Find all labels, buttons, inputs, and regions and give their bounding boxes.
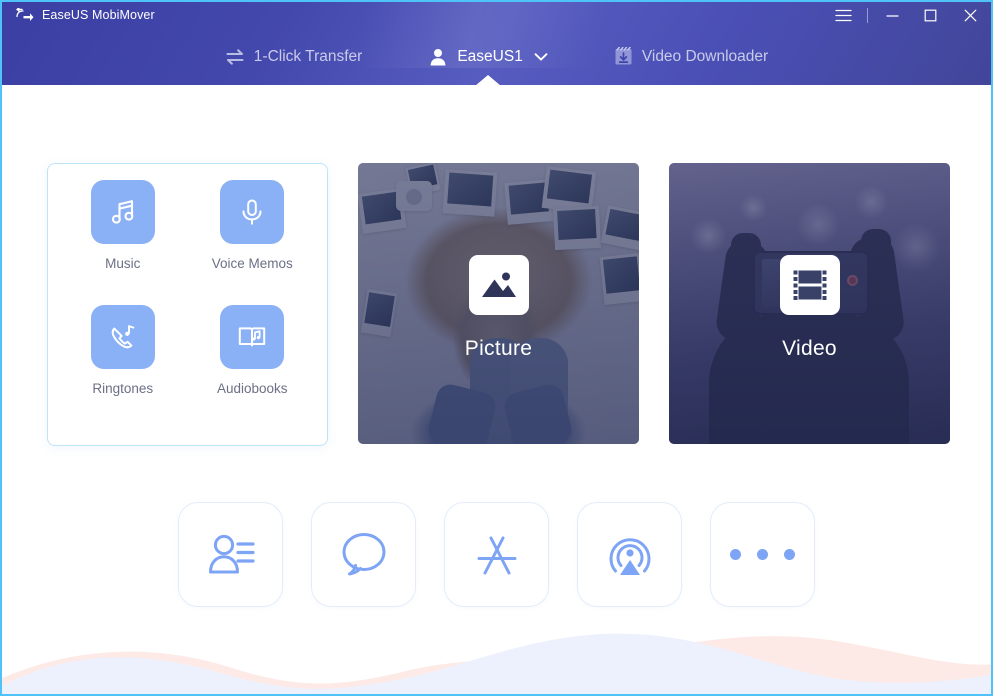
app-logo-icon xyxy=(14,7,34,23)
two-way-arrows-icon xyxy=(225,49,245,65)
quick-action-messages[interactable] xyxy=(311,502,416,607)
quick-action-airdrop[interactable] xyxy=(577,502,682,607)
feature-card-label: Video xyxy=(782,337,837,361)
feature-card-picture[interactable]: Picture xyxy=(358,163,639,444)
close-button[interactable] xyxy=(949,2,991,28)
window-controls xyxy=(824,2,991,28)
media-item-ringtones[interactable]: Ringtones xyxy=(68,305,178,430)
maximize-button[interactable] xyxy=(911,2,949,28)
quick-actions-row xyxy=(2,502,991,607)
main-nav: 1-Click Transfer EaseUS1 xyxy=(2,28,991,85)
book-note-icon xyxy=(220,305,284,369)
app-title: EaseUS MobiMover xyxy=(42,8,155,22)
hamburger-menu-button[interactable] xyxy=(824,2,862,28)
media-category-card: Music Voice Memos xyxy=(47,163,328,446)
top-card-row: Music Voice Memos xyxy=(2,85,991,446)
contacts-icon xyxy=(203,527,259,583)
nav-tab-video-downloader[interactable]: Video Downloader xyxy=(606,42,776,71)
quick-action-contacts[interactable] xyxy=(178,502,283,607)
minimize-icon xyxy=(886,9,899,22)
microphone-icon xyxy=(220,180,284,244)
nav-tab-label: Video Downloader xyxy=(642,48,768,66)
minimize-button[interactable] xyxy=(873,2,911,28)
film-strip-icon xyxy=(780,255,840,315)
phone-note-icon xyxy=(91,305,155,369)
nav-tab-label: 1-Click Transfer xyxy=(254,48,363,66)
nav-tab-easeus1[interactable]: EaseUS1 xyxy=(420,42,555,72)
window-header: EaseUS MobiMover xyxy=(2,2,991,85)
feature-card-label: Picture xyxy=(465,337,532,361)
app-window: EaseUS MobiMover xyxy=(0,0,993,696)
hamburger-menu-icon xyxy=(835,9,852,22)
media-item-audiobooks[interactable]: Audiobooks xyxy=(197,305,307,430)
messages-bubble-icon xyxy=(336,527,392,583)
media-item-label: Audiobooks xyxy=(217,381,288,396)
music-note-icon xyxy=(91,180,155,244)
image-icon xyxy=(469,255,529,315)
media-item-voice-memos[interactable]: Voice Memos xyxy=(197,180,307,305)
media-item-label: Music xyxy=(105,256,140,271)
main-content: Music Voice Memos xyxy=(2,85,991,694)
feature-card-video[interactable]: Video xyxy=(669,163,950,444)
user-icon xyxy=(428,47,448,67)
more-dots-icon xyxy=(730,549,795,560)
media-item-label: Voice Memos xyxy=(212,256,293,271)
video-download-icon xyxy=(614,47,633,66)
app-store-icon xyxy=(469,527,525,583)
active-tab-indicator xyxy=(475,75,501,86)
title-bar[interactable]: EaseUS MobiMover xyxy=(2,2,991,28)
quick-action-apps[interactable] xyxy=(444,502,549,607)
airdrop-broadcast-icon xyxy=(602,527,658,583)
close-icon xyxy=(964,9,977,22)
nav-tab-label: EaseUS1 xyxy=(457,48,522,66)
media-item-music[interactable]: Music xyxy=(68,180,178,305)
decorative-waves xyxy=(2,614,991,694)
maximize-icon xyxy=(924,9,937,22)
quick-action-more[interactable] xyxy=(710,502,815,607)
media-item-label: Ringtones xyxy=(92,381,153,396)
chevron-down-icon[interactable] xyxy=(534,52,548,62)
nav-tab-one-click-transfer[interactable]: 1-Click Transfer xyxy=(217,43,371,71)
controls-separator xyxy=(867,8,868,23)
